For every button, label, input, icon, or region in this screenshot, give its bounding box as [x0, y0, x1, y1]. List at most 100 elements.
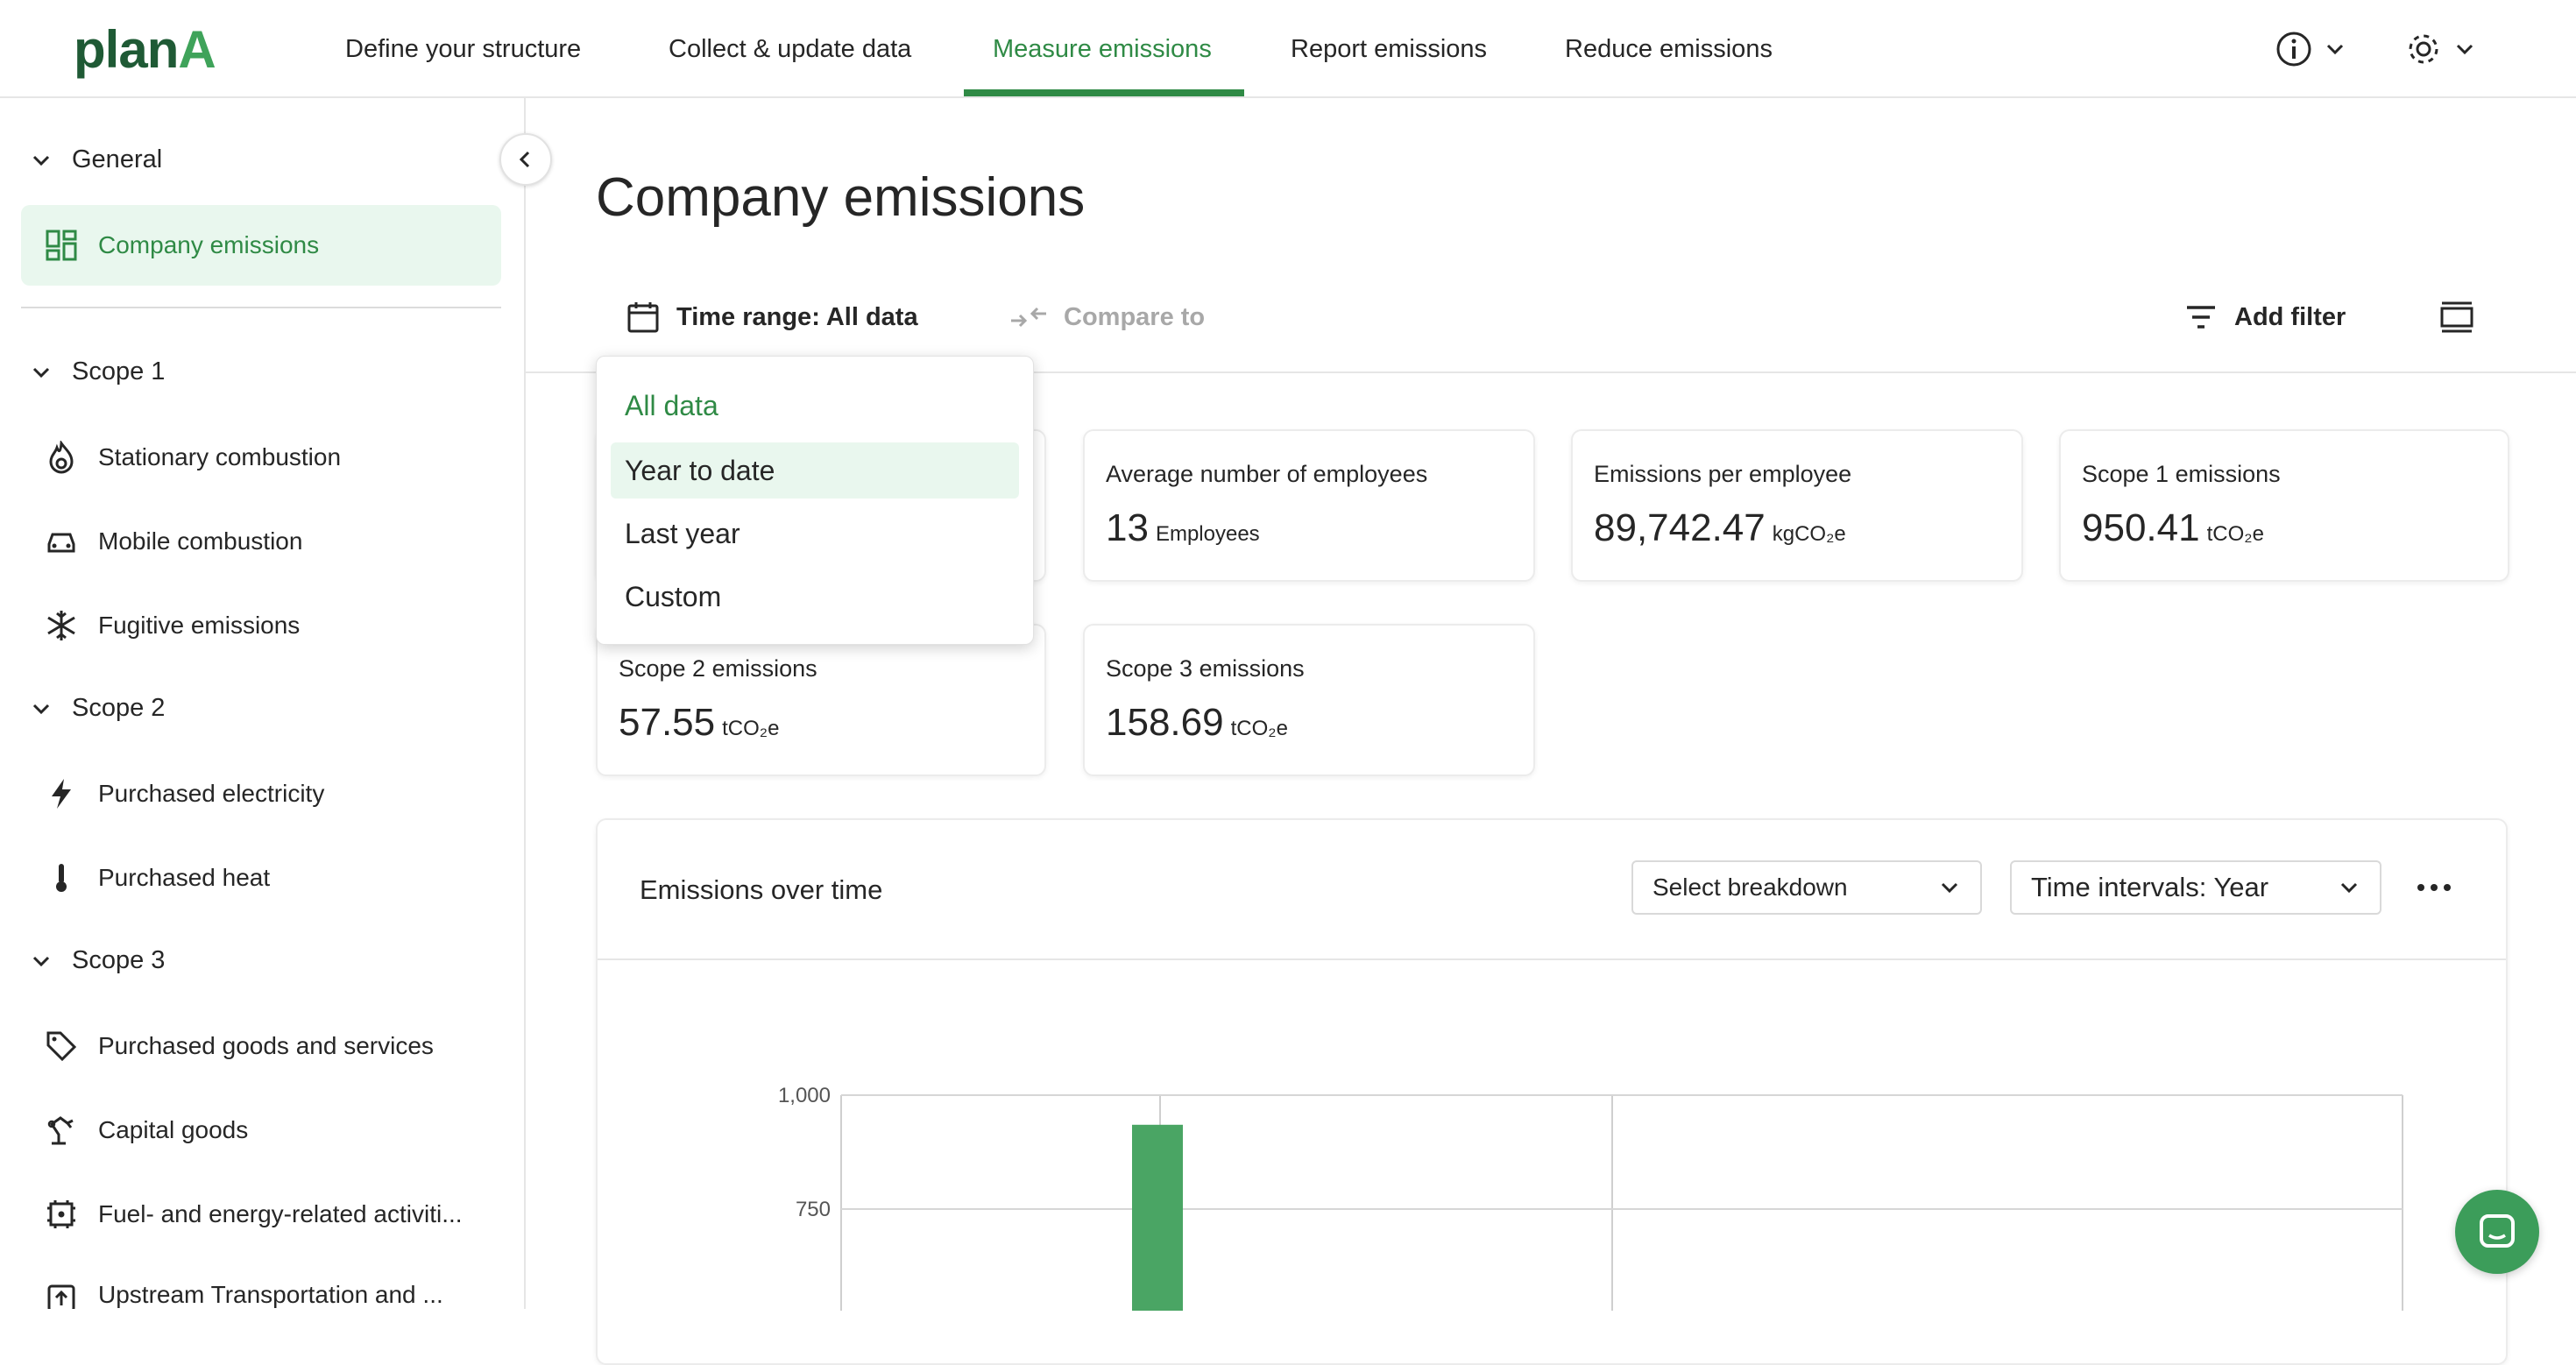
y-tick-label: 1,000	[778, 1084, 831, 1107]
chevron-down-icon	[1941, 882, 1958, 894]
sidebar-item-mobile-combustion[interactable]: Mobile combustion	[21, 501, 501, 582]
sidebar-item-upstream-transportation[interactable]: Upstream Transportation and ...	[21, 1258, 501, 1309]
kpi-card-scope-3: Scope 3 emissions 158.69 tCO₂e	[1083, 624, 1535, 776]
kpi-label: Scope 2 emissions	[619, 655, 817, 682]
sidebar-item-label: Mobile combustion	[98, 527, 303, 555]
tag-icon	[44, 1029, 79, 1064]
chevron-down-icon	[32, 367, 50, 378]
chevron-left-icon	[519, 151, 530, 168]
robot-arm-icon	[44, 1113, 79, 1148]
energy-box-icon	[44, 1197, 79, 1232]
tab-report-emissions[interactable]: Report emissions	[1291, 35, 1487, 64]
time-interval-select[interactable]: Time intervals: Year	[2010, 860, 2381, 915]
thermometer-icon	[44, 860, 79, 895]
time-range-dropdown: All data Year to date Last year Custom	[596, 356, 1034, 645]
kpi-card-emissions-per-employee: Emissions per employee 89,742.47 kgCO₂e	[1571, 429, 2023, 582]
sidebar-group-label: General	[72, 145, 163, 173]
kpi-value: 89,742.47 kgCO₂e	[1594, 506, 1846, 549]
lightning-icon	[44, 776, 79, 811]
breakdown-select[interactable]: Select breakdown	[1631, 860, 1982, 915]
chat-icon	[2480, 1214, 2515, 1248]
sidebar-item-company-emissions[interactable]: Company emissions	[21, 205, 501, 286]
chart-header-divider	[598, 958, 2506, 960]
help-menu[interactable]	[2275, 26, 2346, 72]
tab-collect-data[interactable]: Collect & update data	[669, 35, 911, 64]
option-all-data[interactable]: All data	[611, 378, 1019, 434]
upload-box-icon	[44, 1281, 79, 1309]
more-options-button[interactable]	[2417, 874, 2460, 901]
tab-measure-emissions[interactable]: Measure emissions	[993, 35, 1212, 64]
plana-logo[interactable]: planA	[74, 19, 216, 80]
sidebar-item-stationary-combustion[interactable]: Stationary combustion	[21, 417, 501, 498]
chevron-down-icon	[2456, 44, 2473, 55]
sidebar-item-label: Upstream Transportation and ...	[98, 1281, 443, 1308]
sidebar-item-fuel-energy[interactable]: Fuel- and energy-related activiti...	[21, 1174, 501, 1255]
compare-arrows-icon	[1011, 307, 1046, 328]
emissions-over-time-card: Emissions over time Select breakdown Tim…	[596, 818, 2508, 1365]
sidebar-group-label: Scope 1	[72, 357, 166, 385]
chart-bar	[1132, 1124, 1183, 1311]
option-year-to-date[interactable]: Year to date	[611, 442, 1019, 499]
top-navigation-bar: planA Define your structure Collect & up…	[0, 0, 2576, 98]
page-title: Company emissions	[596, 167, 1086, 228]
ellipsis-icon	[2417, 884, 2451, 891]
sidebar-item-capital-goods[interactable]: Capital goods	[21, 1090, 501, 1171]
sidebar-group-general[interactable]: General	[30, 145, 162, 174]
collapse-sidebar-button[interactable]	[499, 133, 552, 186]
car-icon	[44, 524, 79, 559]
kpi-value: 158.69 tCO₂e	[1106, 701, 1288, 744]
add-filter-button[interactable]: Add filter	[2183, 294, 2346, 340]
layout-icon	[2440, 301, 2473, 333]
tab-reduce-emissions[interactable]: Reduce emissions	[1565, 35, 1773, 64]
sidebar-item-label: Capital goods	[98, 1116, 249, 1143]
kpi-label: Emissions per employee	[1594, 461, 1852, 487]
option-last-year[interactable]: Last year	[611, 506, 1019, 562]
breakdown-select-value: Select breakdown	[1652, 873, 1848, 901]
time-range-label: Time range: All data	[676, 302, 918, 331]
chevron-down-icon	[32, 155, 50, 166]
sidebar-item-purchased-goods[interactable]: Purchased goods and services	[21, 1006, 501, 1086]
snowflake-icon	[44, 608, 79, 643]
chevron-down-icon	[2340, 882, 2358, 894]
flame-icon	[44, 440, 79, 475]
kpi-card-employees: Average number of employees 13 Employees	[1083, 429, 1535, 582]
settings-menu[interactable]	[2404, 26, 2476, 72]
sidebar-item-label: Purchased goods and services	[98, 1032, 434, 1059]
compare-to-label: Compare to	[1064, 302, 1206, 331]
sidebar-item-label: Company emissions	[98, 231, 320, 258]
emissions-bar-chart: 1,000750500	[778, 1084, 2403, 1311]
kpi-label: Scope 3 emissions	[1106, 655, 1305, 682]
kpi-value: 13 Employees	[1106, 506, 1260, 549]
dashboard-icon	[44, 228, 79, 263]
sidebar-divider	[21, 307, 501, 308]
sidebar-group-scope-3[interactable]: Scope 3	[30, 946, 165, 975]
chart-title: Emissions over time	[640, 874, 883, 905]
sidebar-group-scope-1[interactable]: Scope 1	[30, 357, 165, 386]
sidebar-group-label: Scope 2	[72, 694, 166, 722]
time-range-button[interactable]: Time range: All data	[626, 294, 918, 340]
kpi-card-scope-1: Scope 1 emissions 950.41 tCO₂e	[2059, 429, 2509, 582]
chevron-down-icon	[32, 956, 50, 966]
sidebar-item-label: Stationary combustion	[98, 443, 342, 470]
info-icon	[2276, 32, 2311, 67]
sidebar-group-label: Scope 3	[72, 946, 166, 974]
time-interval-value: Time intervals: Year	[2031, 872, 2269, 902]
sidebar-group-scope-2[interactable]: Scope 2	[30, 694, 165, 723]
sidebar-item-purchased-electricity[interactable]: Purchased electricity	[21, 753, 501, 834]
chevron-down-icon	[32, 704, 50, 714]
kpi-value: 950.41 tCO₂e	[2082, 506, 2264, 549]
active-tab-indicator	[964, 89, 1244, 96]
view-toggle-button[interactable]	[2438, 294, 2476, 340]
sidebar-item-purchased-heat[interactable]: Purchased heat	[21, 838, 501, 918]
chevron-down-icon	[2326, 44, 2344, 55]
tab-define-structure[interactable]: Define your structure	[345, 35, 581, 64]
kpi-label: Scope 1 emissions	[2082, 461, 2281, 487]
calendar-icon	[627, 302, 659, 333]
chat-launcher-button[interactable]	[2455, 1190, 2539, 1274]
sidebar-item-fugitive-emissions[interactable]: Fugitive emissions	[21, 585, 501, 666]
filter-icon	[2187, 306, 2215, 329]
option-custom[interactable]: Custom	[611, 569, 1019, 625]
gear-icon	[2409, 34, 2438, 64]
compare-to-button[interactable]: Compare to	[1009, 294, 1205, 340]
sidebar-item-label: Fuel- and energy-related activiti...	[98, 1200, 463, 1227]
